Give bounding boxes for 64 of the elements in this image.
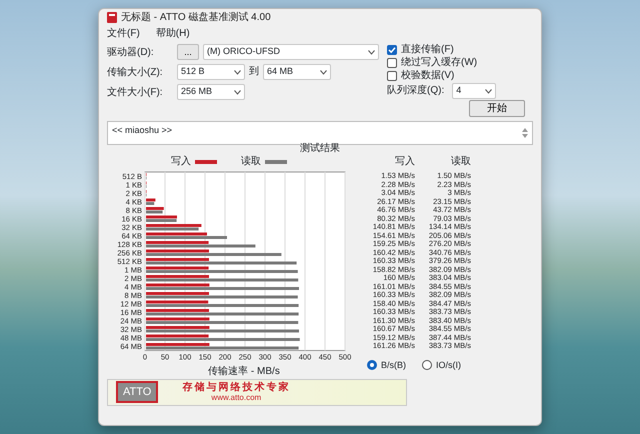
checkbox-label: 绕过写入缓存(W) — [401, 57, 478, 69]
caret-icon — [368, 50, 375, 54]
write-bar — [146, 224, 202, 227]
radio-button[interactable] — [367, 360, 377, 370]
field-label: 传输大小(Z): — [107, 66, 164, 80]
drive-dropdown[interactable]: (M) ORICO-UFSD — [203, 44, 379, 60]
write-bar — [146, 284, 210, 286]
write-bar — [146, 343, 210, 346]
slogan: 存储与网络技术专家 — [182, 382, 290, 393]
write-bar — [146, 326, 210, 329]
radio-label: B/s(B) — [381, 358, 406, 372]
column-header: 读取 — [451, 156, 471, 167]
read-bar — [146, 219, 177, 222]
menu-item[interactable]: 帮助(H) — [156, 26, 190, 40]
write-bar — [146, 232, 207, 236]
caret-icon — [485, 88, 492, 94]
checkbox-label: 校验数据(V) — [401, 70, 454, 82]
write-bar — [146, 266, 209, 270]
read-bar — [146, 202, 154, 205]
write-bar — [146, 309, 209, 312]
read-bar — [146, 210, 163, 214]
menu-item[interactable]: 文件(F) — [107, 26, 140, 40]
read-bar — [146, 228, 199, 230]
write-bar — [146, 216, 177, 218]
radio-label: IO/s(I) — [436, 358, 462, 372]
write-bar — [146, 300, 208, 304]
checkbox[interactable] — [387, 45, 397, 55]
logo: ATTO — [116, 380, 158, 404]
legend-label: 读取 — [241, 154, 261, 169]
column-header: 写入 — [395, 156, 415, 167]
caret-icon — [320, 70, 327, 74]
start-button[interactable]: 开始 — [469, 100, 525, 117]
field-label: 驱动器(D): — [107, 46, 155, 60]
caret-icon — [234, 70, 241, 74]
write-bar — [146, 258, 209, 261]
write-bar — [146, 334, 209, 338]
checkbox[interactable] — [387, 71, 397, 81]
write-bar — [146, 241, 209, 244]
file-size-dropdown[interactable]: 256 MB — [177, 84, 245, 100]
write-bar — [146, 292, 209, 295]
write-bar — [146, 207, 164, 210]
write-bar — [146, 318, 210, 320]
section-title: 测试结果 — [300, 143, 340, 155]
transfer-size-dropdown[interactable]: 64 MB — [263, 64, 331, 80]
transfer-size-dropdown[interactable]: 512 B — [177, 64, 245, 80]
scroll-down-icon — [522, 134, 528, 138]
window-title: 无标题 - ATTO 磁盘基准测试 4.00 — [121, 10, 271, 25]
caret-icon — [234, 90, 241, 94]
queue-depth-dropdown[interactable]: 4 — [452, 83, 496, 99]
checkbox-label: 直接传输(F) — [401, 44, 454, 56]
axis-title: 传输速率 - MB/s — [208, 364, 280, 378]
write-bar — [146, 250, 209, 252]
legend-label: 写入 — [171, 154, 191, 169]
browse-button[interactable]: ... — [177, 44, 199, 60]
field-label: 文件大小(F): — [107, 86, 164, 100]
radio-button[interactable] — [422, 360, 432, 370]
field-label: 到 — [249, 66, 259, 78]
field-label: 队列深度(Q): — [387, 85, 444, 97]
checkbox[interactable] — [387, 58, 397, 68]
scroll-up-icon — [522, 128, 528, 132]
app-icon — [107, 12, 117, 23]
website-url: www.atto.com — [211, 393, 262, 402]
write-bar — [146, 198, 156, 202]
write-bar — [146, 275, 209, 278]
